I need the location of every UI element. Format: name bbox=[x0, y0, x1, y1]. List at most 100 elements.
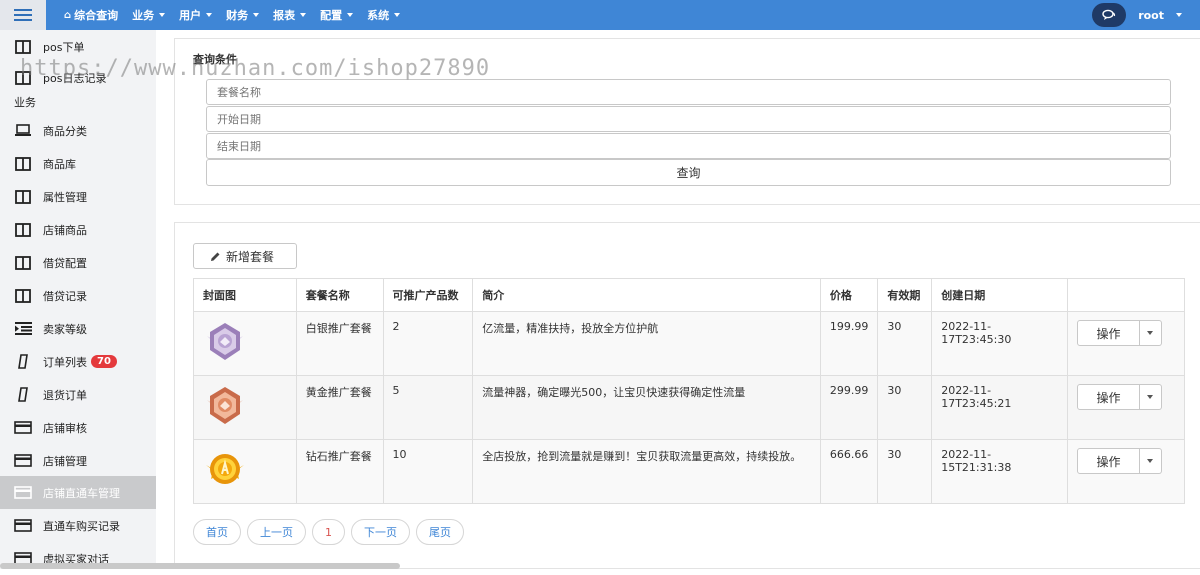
ops-button-group: 操作 bbox=[1076, 448, 1175, 474]
product-count-cell: 2 bbox=[382, 311, 474, 376]
ops-dropdown-toggle[interactable] bbox=[1139, 320, 1162, 346]
bronze-medal-icon bbox=[207, 387, 243, 424]
nav-users[interactable]: 用户 bbox=[179, 7, 213, 23]
created-cell: 2022-11-17T23:45:21 bbox=[931, 375, 1068, 440]
sidebar-item-express-purchases[interactable]: 直通车购买记录 bbox=[0, 509, 156, 542]
end-date-input[interactable] bbox=[206, 133, 1171, 159]
sidebar-section-title: 业务 bbox=[14, 96, 36, 109]
sidebar-item-label: 卖家等级 bbox=[43, 322, 87, 336]
query-button[interactable]: 查询 bbox=[206, 159, 1171, 186]
next-page-button[interactable]: 下一页 bbox=[351, 519, 410, 545]
chevron-down-icon bbox=[347, 13, 354, 17]
ops-dropdown-toggle[interactable] bbox=[1139, 384, 1162, 410]
prev-page-button[interactable]: 上一页 bbox=[247, 519, 306, 545]
ops-button[interactable]: 操作 bbox=[1076, 448, 1140, 474]
valid-cell: 30 bbox=[877, 439, 933, 504]
nav-business-label: 业务 bbox=[132, 9, 155, 22]
nav-home[interactable]: ⌂ 综合查询 bbox=[64, 7, 118, 23]
top-navbar: ⌂ 综合查询 业务 用户 财务 报表 配置 系统 root bbox=[0, 0, 1200, 30]
sidebar-item-shop-products[interactable]: 店铺商品 bbox=[0, 213, 156, 246]
nav-users-label: 用户 bbox=[179, 9, 202, 22]
sidebar-item-label: 店铺商品 bbox=[43, 223, 87, 237]
nav-finance[interactable]: 财务 bbox=[226, 7, 260, 23]
columns-icon bbox=[14, 156, 32, 171]
sidebar-item-orders[interactable]: 订单列表 70 bbox=[0, 345, 156, 378]
nav-home-label: 综合查询 bbox=[74, 9, 119, 22]
query-panel: 查询条件 查询 bbox=[174, 38, 1200, 205]
laptop-icon bbox=[14, 124, 32, 138]
card-icon bbox=[14, 454, 32, 468]
package-name-cell: 黄金推广套餐 bbox=[295, 375, 384, 440]
chevron-down-icon bbox=[159, 13, 166, 17]
ops-dropdown-toggle[interactable] bbox=[1139, 448, 1162, 474]
columns-icon bbox=[14, 255, 32, 270]
sidebar-item-label: 店铺管理 bbox=[43, 454, 87, 468]
columns-icon bbox=[14, 222, 32, 237]
chevron-down-icon bbox=[206, 13, 213, 17]
intro-cell: 亿流量，精准扶持，投放全方位护航 bbox=[472, 311, 821, 376]
chevron-down-icon bbox=[394, 13, 401, 17]
horizontal-scrollbar[interactable] bbox=[0, 563, 400, 569]
table-row: 钻石推广套餐 10 全店投放，抢到流量就是赚到！宝贝获取流量更高效，持续投放。 … bbox=[193, 439, 1186, 504]
intro-cell: 流量神器，确定曝光500，让宝贝快速获得确定性流量 bbox=[472, 375, 821, 440]
sidebar-item-label: pos下单 bbox=[43, 40, 85, 54]
package-name-cell: 钻石推广套餐 bbox=[295, 439, 384, 504]
nav-reports[interactable]: 报表 bbox=[273, 7, 307, 23]
nav-business[interactable]: 业务 bbox=[132, 7, 166, 23]
first-page-button[interactable]: 首页 bbox=[193, 519, 241, 545]
ops-cell: 操作 bbox=[1066, 311, 1186, 376]
package-name-input[interactable] bbox=[206, 79, 1171, 105]
nav-system[interactable]: 系统 bbox=[367, 7, 401, 23]
intro-cell: 全店投放，抢到流量就是赚到！宝贝获取流量更高效，持续投放。 bbox=[472, 439, 821, 504]
columns-icon bbox=[14, 288, 32, 303]
sidebar-item-product-library[interactable]: 商品库 bbox=[0, 147, 156, 180]
nav-finance-label: 财务 bbox=[226, 9, 249, 22]
card-icon bbox=[14, 421, 32, 435]
sidebar-item-loan-records[interactable]: 借贷记录 bbox=[0, 279, 156, 312]
sidebar-item-pos-order[interactable]: pos下单 bbox=[0, 30, 156, 63]
column-header: 创建日期 bbox=[931, 278, 1068, 312]
ops-button[interactable]: 操作 bbox=[1076, 384, 1140, 410]
sidebar-item-returns[interactable]: 退货订单 bbox=[0, 378, 156, 411]
card-icon bbox=[14, 519, 32, 533]
gold-medal-icon bbox=[206, 454, 244, 484]
sidebar-item-seller-levels[interactable]: 卖家等级 bbox=[0, 312, 156, 345]
nav-config[interactable]: 配置 bbox=[320, 7, 354, 23]
sidebar-item-shop-manage[interactable]: 店铺管理 bbox=[0, 444, 156, 477]
nav-system-label: 系统 bbox=[367, 9, 390, 22]
ops-cell: 操作 bbox=[1066, 375, 1186, 440]
package-table: 封面图 套餐名称 可推广产品数 简介 价格 有效期 创建日期 白银推广套餐 2 … bbox=[193, 278, 1186, 504]
sidebar-item-label: 退货订单 bbox=[43, 388, 87, 402]
sidebar-item-category[interactable]: 商品分类 bbox=[0, 114, 156, 147]
created-cell: 2022-11-17T23:45:30 bbox=[931, 311, 1068, 376]
chevron-down-icon[interactable] bbox=[1176, 13, 1182, 17]
sidebar-item-label: 借贷记录 bbox=[43, 289, 87, 303]
nav-config-label: 配置 bbox=[320, 9, 343, 22]
price-cell: 299.99 bbox=[819, 375, 879, 440]
sidebar-item-attributes[interactable]: 属性管理 bbox=[0, 180, 156, 213]
chevron-down-icon bbox=[1147, 459, 1154, 463]
price-cell: 199.99 bbox=[819, 311, 879, 376]
add-package-button[interactable]: 新增套餐 bbox=[193, 243, 297, 269]
user-menu[interactable]: root bbox=[1138, 9, 1164, 22]
column-header: 简介 bbox=[472, 278, 821, 312]
mobile-icon bbox=[14, 387, 32, 402]
ops-button-group: 操作 bbox=[1076, 320, 1175, 346]
column-header bbox=[1066, 278, 1186, 312]
sidebar-item-virtual-buyer-chat[interactable]: 虚拟买家对话 bbox=[0, 542, 156, 575]
current-page-button[interactable]: 1 bbox=[312, 519, 345, 545]
ops-button[interactable]: 操作 bbox=[1076, 320, 1140, 346]
chat-button[interactable] bbox=[1092, 3, 1127, 27]
valid-cell: 30 bbox=[877, 375, 933, 440]
menu-toggle-icon[interactable] bbox=[0, 0, 46, 30]
sidebar-item-loan-config[interactable]: 借贷配置 bbox=[0, 246, 156, 279]
sidebar-item-express-manage[interactable]: 店铺直通车管理 bbox=[0, 476, 156, 509]
sidebar-item-pos-log[interactable]: pos日志记录 bbox=[0, 61, 156, 94]
package-list-panel: 新增套餐 封面图 套餐名称 可推广产品数 简介 价格 有效期 创建日期 白银推广… bbox=[174, 222, 1200, 569]
sidebar-item-label: 直通车购买记录 bbox=[43, 519, 120, 533]
column-header: 价格 bbox=[819, 278, 879, 312]
start-date-input[interactable] bbox=[206, 106, 1171, 132]
last-page-button[interactable]: 尾页 bbox=[416, 519, 464, 545]
query-panel-title: 查询条件 bbox=[193, 53, 237, 66]
sidebar-item-shop-review[interactable]: 店铺审核 bbox=[0, 411, 156, 444]
